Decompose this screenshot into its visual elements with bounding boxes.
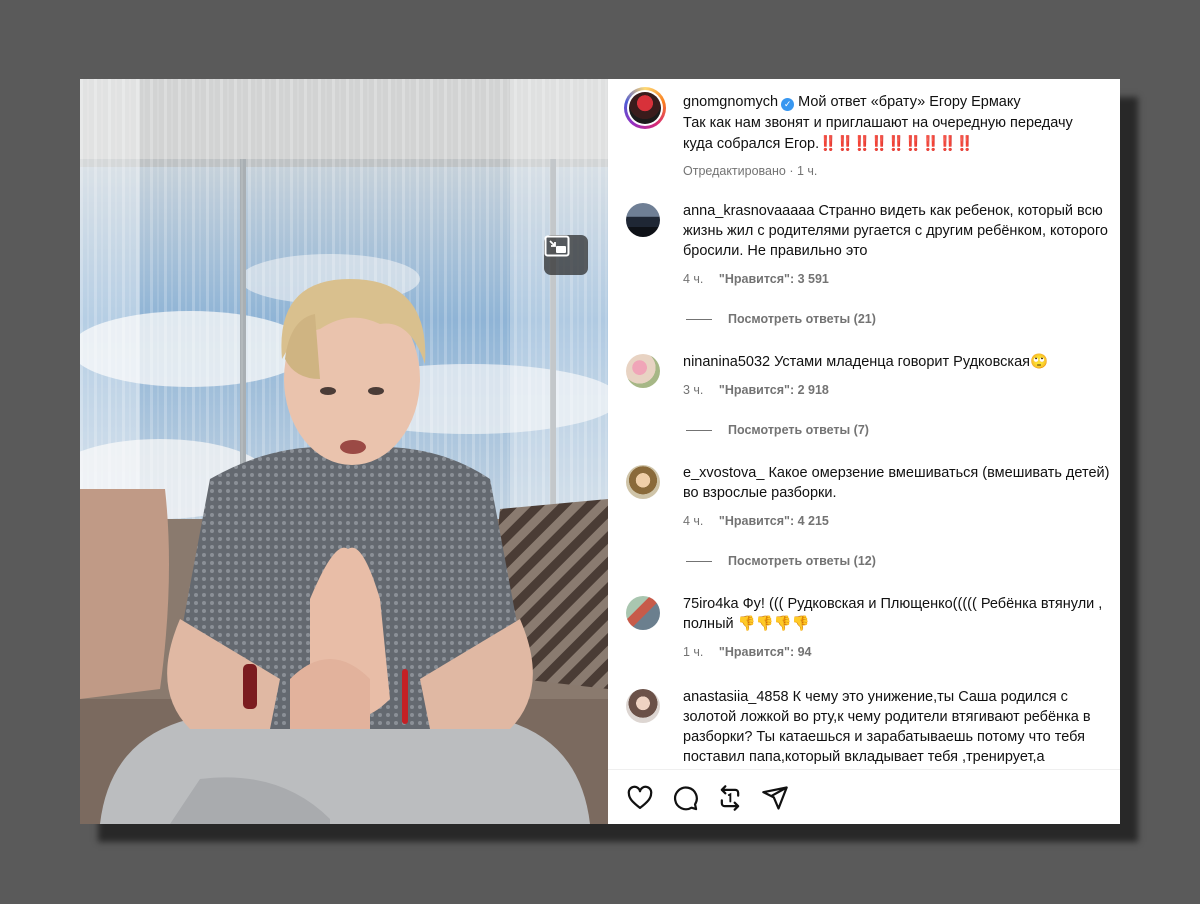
share-icon bbox=[762, 786, 788, 810]
commenter-avatar[interactable] bbox=[626, 689, 660, 723]
comment-age[interactable]: 4 ч. bbox=[683, 272, 703, 286]
comment-username[interactable]: e_xvostova_ bbox=[683, 465, 764, 481]
comment-icon bbox=[674, 786, 698, 811]
picture-in-picture-icon bbox=[544, 235, 570, 257]
post-action-bar bbox=[608, 769, 1120, 824]
comment-username[interactable]: 75iro4ka bbox=[683, 596, 739, 612]
post-caption: gnomgnomych ✓ Мой ответ «брату» Егору Ерма… bbox=[683, 92, 1103, 182]
comment-username[interactable]: anastasiia_4858 bbox=[683, 689, 789, 705]
video-frame-image bbox=[80, 79, 608, 824]
caption-emoji: ‼️‼️‼️‼️‼️‼️‼️‼️‼️ bbox=[819, 136, 973, 152]
view-replies-button[interactable]: Посмотреть ответы (7) bbox=[686, 423, 869, 437]
replies-divider bbox=[686, 560, 712, 562]
comment-meta: 1 ч. "Нравится": 94 bbox=[683, 642, 1120, 662]
comment-body: anna_krasnovaaaaa Странно видеть как реб… bbox=[683, 201, 1120, 289]
replies-divider bbox=[686, 318, 712, 320]
edited-label: Отредактировано bbox=[683, 164, 786, 178]
comment-meta: 4 ч. "Нравится": 4 215 bbox=[683, 511, 1120, 531]
replies-divider bbox=[686, 429, 712, 431]
comment-likes[interactable]: "Нравится": 94 bbox=[719, 645, 812, 659]
view-replies-label: Посмотреть ответы (21) bbox=[728, 312, 876, 326]
comment-likes[interactable]: "Нравится": 4 215 bbox=[719, 514, 829, 528]
comment-meta: 3 ч. "Нравится": 2 918 bbox=[683, 380, 1120, 400]
commenter-avatar[interactable] bbox=[626, 596, 660, 630]
comment-likes[interactable]: "Нравится": 2 918 bbox=[719, 383, 829, 397]
comment-button[interactable] bbox=[671, 784, 699, 812]
author-avatar[interactable] bbox=[624, 87, 666, 129]
comment-username[interactable]: anna_krasnovaaaaa bbox=[683, 203, 814, 219]
commenter-avatar[interactable] bbox=[626, 465, 660, 499]
view-replies-label: Посмотреть ответы (7) bbox=[728, 423, 869, 437]
comment-body: 75iro4ka Фу! ((( Рудковская и Плющенко((… bbox=[683, 594, 1120, 662]
view-replies-label: Посмотреть ответы (12) bbox=[728, 554, 876, 568]
picture-in-picture-button[interactable] bbox=[544, 235, 588, 275]
post-time[interactable]: 1 ч. bbox=[797, 164, 817, 178]
caption-title: Мой ответ «брату» Егору Ермаку bbox=[798, 94, 1021, 110]
like-button[interactable] bbox=[626, 784, 654, 812]
comment-body: e_xvostova_ Какое омерзение вмешиваться … bbox=[683, 463, 1120, 531]
view-replies-button[interactable]: Посмотреть ответы (21) bbox=[686, 312, 876, 326]
repost-icon bbox=[720, 785, 740, 811]
comment-age[interactable]: 3 ч. bbox=[683, 383, 703, 397]
author-username[interactable]: gnomgnomych bbox=[683, 94, 778, 110]
comment-username[interactable]: ninanina5032 bbox=[683, 354, 770, 370]
verified-badge-icon: ✓ bbox=[781, 98, 795, 111]
comment-age[interactable]: 4 ч. bbox=[683, 514, 703, 528]
post-meta: Отредактировано · 1 ч. bbox=[683, 164, 818, 178]
post-video[interactable] bbox=[80, 79, 608, 824]
comment-body: ninanina5032 Устами младенца говорит Руд… bbox=[683, 352, 1120, 400]
heart-icon bbox=[627, 785, 653, 810]
post-side-panel: gnomgnomych ✓ Мой ответ «брату» Егору Ерма… bbox=[608, 79, 1120, 824]
comment-likes[interactable]: "Нравится": 3 591 bbox=[719, 272, 829, 286]
view-replies-button[interactable]: Посмотреть ответы (12) bbox=[686, 554, 876, 568]
share-button[interactable] bbox=[761, 784, 789, 812]
repost-button[interactable] bbox=[716, 784, 744, 812]
comment-meta: 4 ч. "Нравится": 3 591 bbox=[683, 269, 1120, 289]
comment-text: Фу! ((( Рудковская и Плющенко((((( Ребён… bbox=[683, 596, 1103, 632]
comment-age[interactable]: 1 ч. bbox=[683, 645, 703, 659]
commenter-avatar[interactable] bbox=[626, 354, 660, 388]
post-window: gnomgnomych ✓ Мой ответ «брату» Егору Ерма… bbox=[80, 79, 1120, 824]
commenter-avatar[interactable] bbox=[626, 203, 660, 237]
comment-text: Устами младенца говорит Рудковская🙄 bbox=[774, 354, 1049, 370]
comment-body: anastasiia_4858 К чему это унижение,ты С… bbox=[683, 687, 1120, 767]
